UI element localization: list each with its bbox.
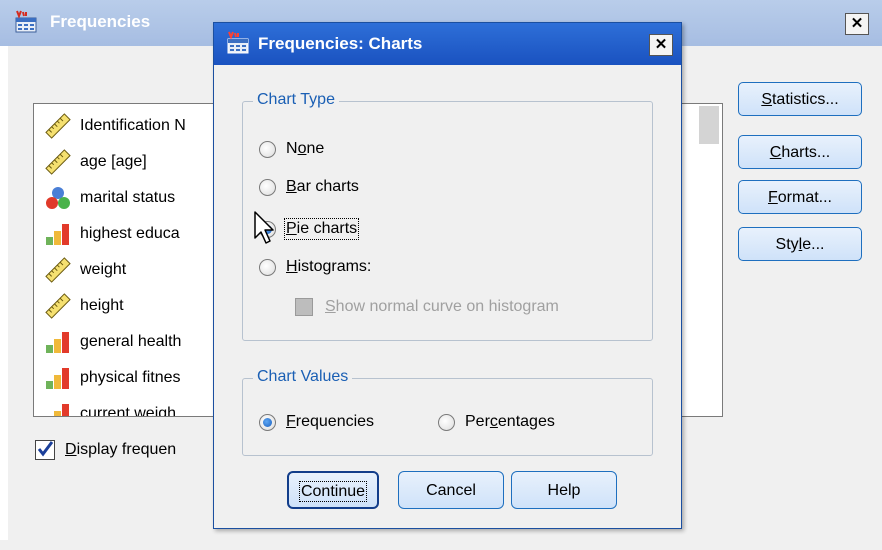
window-bottom-edge bbox=[0, 540, 882, 550]
style-label-pre: Sty bbox=[775, 236, 799, 253]
ordinal-bars-icon bbox=[46, 368, 69, 389]
variable-label: physical fitnes bbox=[80, 369, 181, 386]
list-item[interactable]: marital status bbox=[44, 183, 175, 213]
charts-button[interactable]: Charts... bbox=[738, 135, 862, 169]
close-icon: ✕ bbox=[850, 15, 864, 32]
spss-app-icon bbox=[15, 10, 37, 33]
list-scroll-thumb[interactable] bbox=[699, 106, 719, 144]
list-item[interactable]: age [age] bbox=[44, 147, 147, 177]
radio-button-histograms[interactable] bbox=[259, 258, 276, 276]
normal-curve-checkbox-box[interactable] bbox=[295, 298, 313, 316]
variable-label: height bbox=[80, 297, 124, 314]
dialog-close-button[interactable]: ✕ bbox=[649, 34, 673, 56]
statistics-button[interactable]: Statistics... bbox=[738, 82, 862, 116]
help-button[interactable]: Help bbox=[511, 471, 617, 509]
charts-dialog-titlebar[interactable]: Frequencies: Charts ✕ bbox=[214, 23, 681, 65]
radio-histograms[interactable]: Histograms: bbox=[259, 258, 371, 276]
list-item[interactable]: general health bbox=[44, 327, 181, 357]
percentages-label-pre: Per bbox=[465, 413, 490, 430]
bar-mnemonic: B bbox=[286, 178, 297, 195]
frequencies-mnemonic: F bbox=[286, 413, 296, 430]
variable-label: marital status bbox=[80, 189, 176, 206]
variable-label: weight bbox=[80, 261, 127, 278]
cancel-button[interactable]: Cancel bbox=[398, 471, 504, 509]
list-item[interactable]: height bbox=[44, 291, 124, 321]
radio-button-frequencies[interactable] bbox=[259, 413, 276, 431]
radio-button-percentages[interactable] bbox=[438, 413, 455, 431]
histograms-mnemonic: H bbox=[286, 258, 298, 275]
normal-curve-mnemonic: S bbox=[325, 298, 336, 315]
style-label-post: e... bbox=[802, 236, 825, 253]
pie-label-post: ie charts bbox=[296, 220, 358, 237]
variable-label: general health bbox=[80, 333, 182, 350]
radio-percentages[interactable]: Per c entages bbox=[438, 413, 555, 431]
radio-frequencies[interactable]: Frequencies bbox=[259, 413, 374, 431]
variable-label: Identification N bbox=[80, 117, 186, 134]
pie-charts-label: Pie charts bbox=[283, 218, 360, 240]
list-item[interactable]: highest educa bbox=[44, 219, 180, 249]
pie-mnemonic: P bbox=[286, 220, 297, 237]
none-mnemonic: o bbox=[297, 140, 307, 157]
display-mnemonic: D bbox=[65, 441, 77, 458]
help-label: Help bbox=[547, 482, 581, 499]
charts-label-post: harts... bbox=[781, 144, 831, 161]
radio-button-bar[interactable] bbox=[259, 178, 276, 196]
statistics-label-post: tatistics... bbox=[771, 91, 839, 108]
histograms-label-post: istograms: bbox=[297, 258, 372, 275]
list-item[interactable]: physical fitnes bbox=[44, 363, 181, 393]
none-label-pre: N bbox=[286, 140, 298, 157]
cancel-label: Cancel bbox=[426, 482, 476, 499]
variable-label: highest educa bbox=[80, 225, 180, 242]
continue-button[interactable]: Continue bbox=[287, 471, 379, 509]
list-item[interactable]: current weigh bbox=[44, 399, 177, 417]
nominal-circles-icon bbox=[46, 187, 70, 209]
list-item[interactable]: weight bbox=[44, 255, 126, 285]
scale-ruler-icon bbox=[45, 293, 71, 319]
radio-bar-charts[interactable]: Bar charts bbox=[259, 178, 359, 196]
scale-ruler-icon bbox=[45, 113, 71, 139]
percentages-mnemonic: c bbox=[489, 413, 498, 430]
charts-dialog: Frequencies: Charts ✕ Chart Type No ne Ba… bbox=[213, 22, 682, 529]
scale-ruler-icon bbox=[45, 257, 71, 283]
checkmark-icon bbox=[37, 441, 54, 457]
spss-app-icon bbox=[227, 31, 249, 54]
variable-label: age [age] bbox=[80, 153, 147, 170]
main-close-button[interactable]: ✕ bbox=[845, 13, 869, 35]
continue-label: Continue bbox=[298, 481, 368, 502]
charts-dialog-title: Frequencies: Charts bbox=[258, 34, 423, 53]
normal-curve-label-post: how normal curve on histogram bbox=[335, 298, 559, 315]
bar-label-post: ar charts bbox=[296, 178, 359, 195]
percentages-label-post: entages bbox=[497, 413, 555, 430]
chart-type-legend: Chart Type bbox=[253, 91, 339, 109]
frequencies-title: Frequencies bbox=[50, 12, 151, 31]
style-button[interactable]: Style... bbox=[738, 227, 862, 261]
scale-ruler-icon bbox=[45, 149, 71, 175]
list-item[interactable]: Identification N bbox=[44, 111, 186, 141]
ordinal-bars-icon bbox=[46, 332, 69, 353]
format-button[interactable]: Format... bbox=[738, 180, 862, 214]
radio-button-none[interactable] bbox=[259, 140, 276, 158]
chart-values-legend: Chart Values bbox=[253, 368, 353, 386]
format-label-post: ormat... bbox=[777, 189, 832, 206]
chart-values-group: Chart Values Frequencies Per c entages bbox=[242, 368, 653, 456]
checkbox-box[interactable] bbox=[35, 440, 55, 460]
show-normal-curve-checkbox[interactable]: Show normal curve on histogram bbox=[295, 298, 559, 316]
frequencies-label-post: requencies bbox=[295, 413, 375, 430]
display-frequency-tables-checkbox[interactable]: Display frequen bbox=[35, 440, 176, 460]
mouse-pointer-icon bbox=[254, 211, 274, 244]
statistics-mnemonic: S bbox=[761, 91, 772, 108]
chart-type-group: Chart Type No ne Bar charts Pie charts Hi… bbox=[242, 91, 653, 341]
radio-none[interactable]: No ne bbox=[259, 140, 324, 158]
ordinal-bars-icon bbox=[54, 404, 69, 416]
none-label-post: ne bbox=[306, 140, 325, 157]
format-mnemonic: F bbox=[767, 189, 778, 206]
charts-mnemonic: C bbox=[769, 144, 782, 161]
variable-label: current weigh bbox=[80, 405, 177, 417]
display-label-post: isplay frequen bbox=[76, 441, 177, 458]
ordinal-bars-icon bbox=[46, 224, 69, 245]
close-icon: ✕ bbox=[654, 36, 668, 53]
